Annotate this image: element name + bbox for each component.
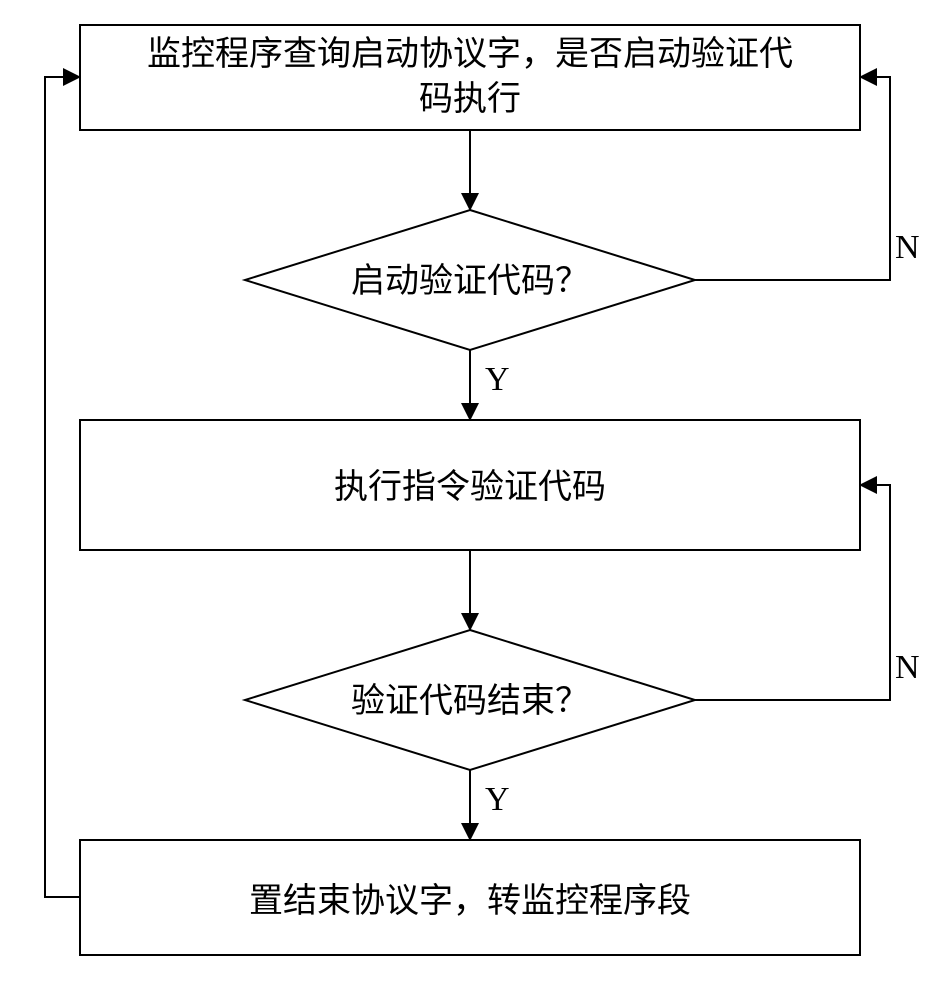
decision2-no-label: N xyxy=(895,649,920,686)
step1-text-line1: 监控程序查询启动协议字，是否启动验证代 xyxy=(147,35,793,73)
step2-text: 执行指令验证代码 xyxy=(334,468,606,506)
step1-text-line2: 码执行 xyxy=(419,80,521,118)
decision1-yes-label: Y xyxy=(485,361,510,398)
decision2-text: 验证代码结束？ xyxy=(351,682,589,720)
decision2-yes-label: Y xyxy=(485,781,510,818)
flowchart: 监控程序查询启动协议字，是否启动验证代 码执行 启动验证代码？ N Y 执行指令… xyxy=(0,0,930,1000)
step3-text: 置结束协议字，转监控程序段 xyxy=(249,882,691,920)
feedback-path xyxy=(45,77,80,897)
decision1-text: 启动验证代码？ xyxy=(351,262,589,300)
decision1-no-label: N xyxy=(895,229,920,266)
